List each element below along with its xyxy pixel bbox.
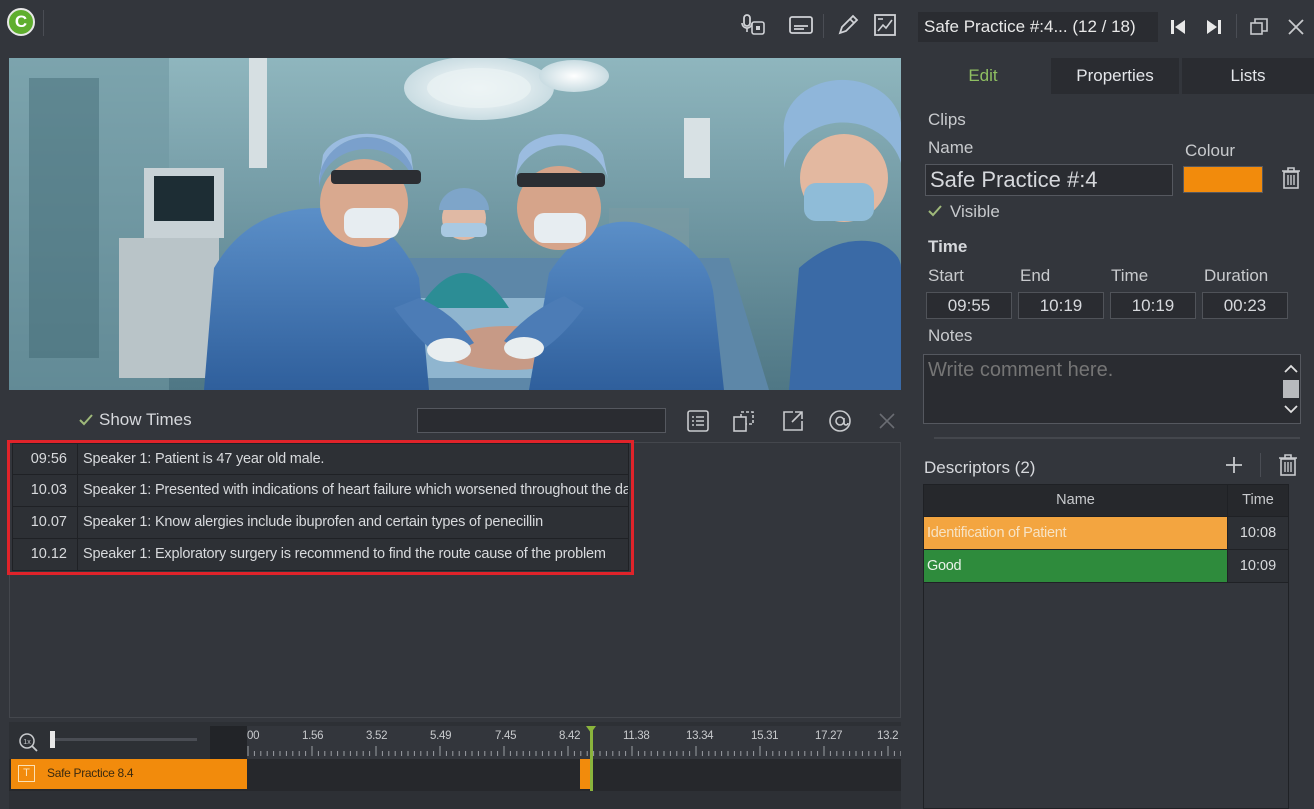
time-field[interactable]: 10:19: [1110, 292, 1196, 319]
tick-label: 00: [247, 730, 260, 742]
name-label: Name: [928, 138, 974, 157]
tick-label: 3.52: [366, 730, 388, 742]
visible-label: Visible: [950, 202, 1000, 221]
colour-label: Colour: [1185, 141, 1236, 160]
delete-descriptor-icon[interactable]: [1277, 453, 1299, 477]
descriptor-row[interactable]: Identification of Patient 10:08: [923, 517, 1289, 550]
clips-section-label: Clips: [928, 110, 966, 129]
text-clip-icon: T: [18, 765, 35, 782]
next-clip-icon[interactable]: [1203, 16, 1225, 38]
clip-label: Safe Practice 8.4: [47, 766, 134, 780]
transcript-toolbar: Show Times: [0, 400, 910, 442]
divider: [1260, 453, 1261, 477]
notes-scrollbar[interactable]: [1282, 362, 1300, 418]
zoom-icon[interactable]: 1x: [18, 732, 38, 752]
zoom-slider-handle[interactable]: [50, 731, 55, 748]
notes-textarea[interactable]: [923, 354, 1301, 424]
divider: [934, 437, 1300, 439]
timeline-clip[interactable]: T Safe Practice 8.4: [11, 759, 247, 789]
tick-label: 17.27: [815, 730, 843, 742]
descriptor-row[interactable]: Good 10:09: [923, 550, 1289, 583]
descriptor-time: 10:08: [1228, 517, 1288, 549]
column-header-time[interactable]: Time: [1228, 485, 1288, 516]
zoom-slider[interactable]: [50, 738, 197, 741]
show-times-label: Show Times: [99, 410, 192, 429]
highlight-box: [7, 440, 634, 575]
descriptors-header: Name Time: [923, 484, 1289, 517]
transcript-search-input[interactable]: [417, 408, 666, 433]
tick-label: 13.34: [686, 730, 714, 742]
tick-label: 1.56: [302, 730, 324, 742]
show-times-checkbox[interactable]: [78, 412, 94, 428]
popout-window-icon[interactable]: [1248, 16, 1270, 38]
previous-clip-icon[interactable]: [1167, 16, 1189, 38]
svg-text:1x: 1x: [23, 739, 31, 746]
divider: [1236, 14, 1237, 38]
list-view-icon[interactable]: [686, 409, 710, 433]
playhead-handle[interactable]: [586, 726, 596, 733]
descriptors-title: Descriptors (2): [924, 458, 1036, 477]
column-header-name[interactable]: Name: [924, 485, 1228, 516]
video-player[interactable]: [9, 58, 901, 390]
app-logo[interactable]: C: [7, 8, 35, 36]
time-section-label: Time: [928, 237, 968, 256]
start-label: Start: [928, 266, 964, 285]
subtitles-icon[interactable]: [788, 12, 814, 38]
duration-field[interactable]: 00:23: [1202, 292, 1288, 319]
descriptor-time: 10:09: [1228, 550, 1288, 582]
clip-title-display: Safe Practice #:4... (12 / 18): [918, 12, 1158, 42]
mic-icon[interactable]: [741, 12, 767, 38]
descriptor-name: Good: [924, 550, 1228, 582]
divider: [43, 10, 44, 36]
tick-label: 15.31: [751, 730, 779, 742]
surgery-video-frame: [9, 58, 901, 390]
colour-swatch[interactable]: [1183, 166, 1263, 193]
add-descriptor-icon[interactable]: [1224, 455, 1244, 475]
tab-edit[interactable]: Edit: [918, 58, 1048, 94]
edit-chart-icon[interactable]: [872, 12, 898, 38]
tick-label: 5.49: [430, 730, 452, 742]
copy-clip-icon[interactable]: [732, 409, 756, 433]
timeline-offset-block: [210, 726, 247, 759]
divider: [823, 14, 824, 38]
notes-label: Notes: [928, 326, 973, 345]
tick-label: 13.2: [877, 730, 899, 742]
delete-clip-icon[interactable]: [1280, 166, 1302, 190]
mention-icon[interactable]: [828, 409, 852, 433]
tick-label: 11.38: [623, 730, 650, 742]
start-time-field[interactable]: 09:55: [926, 292, 1012, 319]
clip-name-input[interactable]: [925, 164, 1173, 196]
tab-properties[interactable]: Properties: [1051, 58, 1179, 94]
timeline-ticks: [247, 746, 901, 756]
descriptors-table: Name Time Identification of Patient 10:0…: [923, 484, 1289, 583]
duration-label: Duration: [1204, 266, 1269, 285]
pen-icon[interactable]: [835, 12, 861, 38]
export-icon[interactable]: [781, 409, 805, 433]
descriptor-name: Identification of Patient: [924, 517, 1228, 549]
end-time-field[interactable]: 10:19: [1018, 292, 1104, 319]
tab-lists[interactable]: Lists: [1182, 58, 1314, 94]
end-label: End: [1020, 266, 1051, 285]
empty-track: [9, 791, 901, 809]
close-icon[interactable]: [1285, 16, 1307, 38]
tick-label: 8.42: [559, 730, 581, 742]
time-label: Time: [1111, 266, 1149, 285]
close-transcript-icon[interactable]: [877, 411, 897, 431]
top-toolbar: C: [0, 0, 910, 50]
visible-checkbox[interactable]: [927, 203, 943, 219]
tick-label: 7.45: [495, 730, 517, 742]
